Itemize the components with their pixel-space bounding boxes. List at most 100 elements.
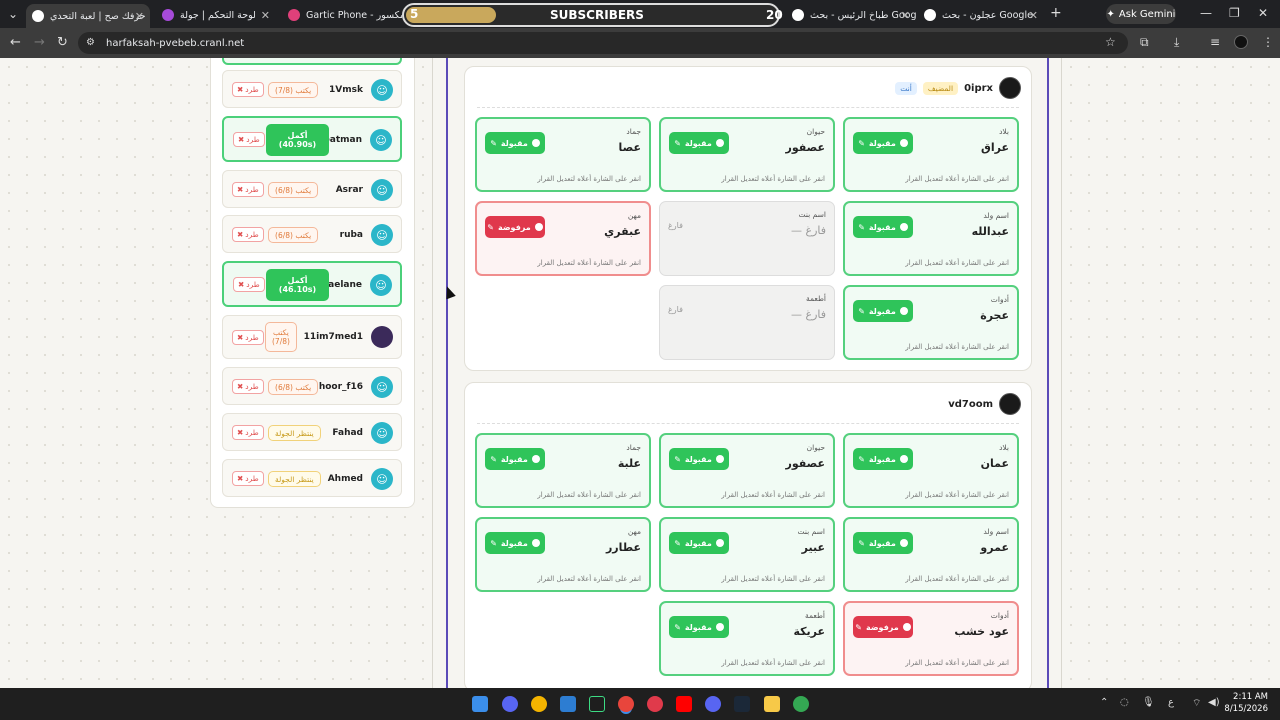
tray-arrow-icon[interactable]: ⌃ [1100,697,1108,708]
accepted-badge[interactable]: ✎ مقبولة [669,132,729,154]
restore-icon[interactable]: ❐ [1229,6,1240,20]
start-icon[interactable] [472,696,488,712]
player-name: aelane [328,280,362,290]
kick-button[interactable]: ✖ طرد [233,277,265,292]
accepted-badge[interactable]: ✎ مقبولة [485,132,545,154]
answer-cell: اسم ولد عبدالله ✎ مقبولة انقر على الشارة أعل… [843,201,1019,276]
accepted-badge[interactable]: ✎ مقبولة [669,532,729,554]
close-icon[interactable]: ✕ [901,9,910,22]
language-indicator[interactable]: ع [1168,697,1174,708]
tab-5[interactable]: طباخ الرئيس - بحث Google ✕ [786,4,916,26]
window-close-icon[interactable]: ✕ [1258,6,1268,20]
kick-button[interactable]: ✖ طرد [232,227,264,242]
chrome-alt-icon[interactable] [793,696,809,712]
back-icon[interactable]: ← [10,35,21,50]
tray-app-icon[interactable]: ◌ [1120,697,1129,708]
accepted-badge[interactable]: ✎ مقبولة [485,448,545,470]
answer-cell: مهن عطارر ✎ مقبولة انقر على الشارة أعلاه لتع… [475,517,651,592]
microphone-icon[interactable]: 🎙 [1142,697,1155,708]
code-icon[interactable] [589,696,605,712]
user-avatar-icon: ☺ [371,179,393,201]
store-icon[interactable] [560,696,576,712]
tab-title: حرفك صح | لعبة التحدي [50,10,146,22]
kick-button[interactable]: ✖ طرد [232,182,264,197]
player-card: ☺ Asrar يكتب (6/8) ✖ طرد [222,170,402,208]
chrome-icon[interactable] [618,696,634,712]
player-status-badge: يكتب (7/8) [268,82,319,98]
badge-label: مقبولة [500,538,528,548]
volume-icon[interactable]: ◀) [1208,697,1220,708]
extensions-icon[interactable]: ⧉ [1140,35,1149,50]
wifi-icon[interactable]: ⌔ [1192,697,1201,710]
overlay-left-number: 5 [410,7,419,21]
download-icon[interactable]: ⤓ [1174,35,1179,50]
app-icon[interactable] [531,696,547,712]
divider [477,423,1019,424]
player-card: ☺ Ahmed ينتظر الجولة ✖ طرد [222,459,402,497]
kick-button[interactable]: ✖ طرد [232,330,264,345]
video-overlay-banner: 5 SUBSCRIBERS 20 [402,3,783,27]
user-avatar-icon: ☺ [371,376,393,398]
url-field[interactable]: harfaksah-pvebeb.cranl.net [78,32,1128,54]
rejected-badge[interactable]: ✎ مرفوضة [853,616,913,638]
rejected-badge[interactable]: ✎ مرفوضة [485,216,545,238]
minimize-icon[interactable]: — [1200,6,1212,20]
system-clock[interactable]: 2:11 AM 8/15/2026 [1224,691,1268,715]
kick-button[interactable]: ✖ طرد [232,379,264,394]
tab-favicon-icon [162,9,174,21]
accepted-badge[interactable]: ✎ مقبولة [485,532,545,554]
new-tab-icon[interactable]: + [1050,5,1062,21]
folder-icon[interactable] [764,696,780,712]
player-status-badge: أكمل (40.90s) [266,124,329,156]
player-card: ☺ batman أكمل (40.90s) ✖ طرد [222,116,402,162]
tab-6[interactable]: عجلون - بحث Google ✕ [918,4,1044,26]
edit-pencil-icon: ✎ [490,538,497,548]
discord-icon[interactable] [502,696,518,712]
edit-pencil-icon: ✎ [858,138,865,148]
menu-kebab-icon[interactable]: ⋮ [1262,35,1274,49]
kick-button[interactable]: ✖ طرد [232,471,264,486]
accepted-badge[interactable]: ✎ مقبولة [853,132,913,154]
accepted-badge[interactable]: ✎ مقبولة [853,532,913,554]
bookmark-star-icon[interactable]: ☆ [1105,35,1116,49]
accepted-badge[interactable]: ✎ مقبولة [853,300,913,322]
status-dot-icon [715,455,724,463]
tab-1[interactable]: لوحة التحكم | جولة ✕ [156,4,276,26]
edit-hint: انقر على الشارة أعلاه لتعديل القرار [905,259,1009,267]
youtube-icon[interactable] [676,696,692,712]
steam-icon[interactable] [734,696,750,712]
media-player-icon[interactable] [647,696,663,712]
answer-category: جماد [626,443,641,452]
media-controls-icon[interactable]: ≡ [1210,35,1220,49]
player-name: Fahad [332,428,363,438]
discord-alt-icon[interactable] [705,696,721,712]
forward-icon[interactable]: → [34,35,45,50]
ask-gemini-button[interactable]: ✦ Ask Gemini [1106,4,1176,24]
site-info-icon[interactable]: ⚙ [86,37,95,48]
accepted-badge[interactable]: ✎ مقبولة [853,448,913,470]
accepted-badge[interactable]: ✎ مقبولة [669,448,729,470]
answer-text: عصا [618,141,641,154]
page-viewport: ☺ 1Vmsk يكتب (7/8) ✖ طرد ☺ batman أكمل (40… [0,58,1280,688]
answer-category: بلاد [999,443,1009,452]
overlay-right-number: 20 [766,8,783,22]
tab-search-icon[interactable]: ⌄ [8,7,18,21]
profile-avatar[interactable] [1234,35,1248,49]
kick-button[interactable]: ✖ طرد [232,82,264,97]
player-card: ☺ aelane أكمل (46.10s) ✖ طرد [222,261,402,307]
answer-text: عبير [801,541,825,554]
tab-2[interactable]: Gartic Phone - المكسور [282,4,402,26]
kick-label: طرد [245,428,259,437]
close-icon[interactable]: ✕ [1029,9,1038,22]
accepted-badge[interactable]: ✎ مقبولة [853,216,913,238]
reload-icon[interactable]: ↻ [57,35,68,50]
accepted-badge[interactable]: ✎ مقبولة [669,616,729,638]
answer-category: اسم ولد [983,211,1009,220]
tab-0[interactable]: حرفك صح | لعبة التحدي ✕ [26,4,150,28]
kick-button[interactable]: ✖ طرد [232,425,264,440]
close-icon[interactable]: ✕ [261,9,270,22]
edit-pencil-icon: ✎ [674,138,681,148]
close-icon[interactable]: ✕ [135,10,144,23]
answers-section: أنت المضيف 0iprx بلاد عراق ✎ مقبولة انقر على… [464,66,1032,371]
kick-button[interactable]: ✖ طرد [233,132,265,147]
